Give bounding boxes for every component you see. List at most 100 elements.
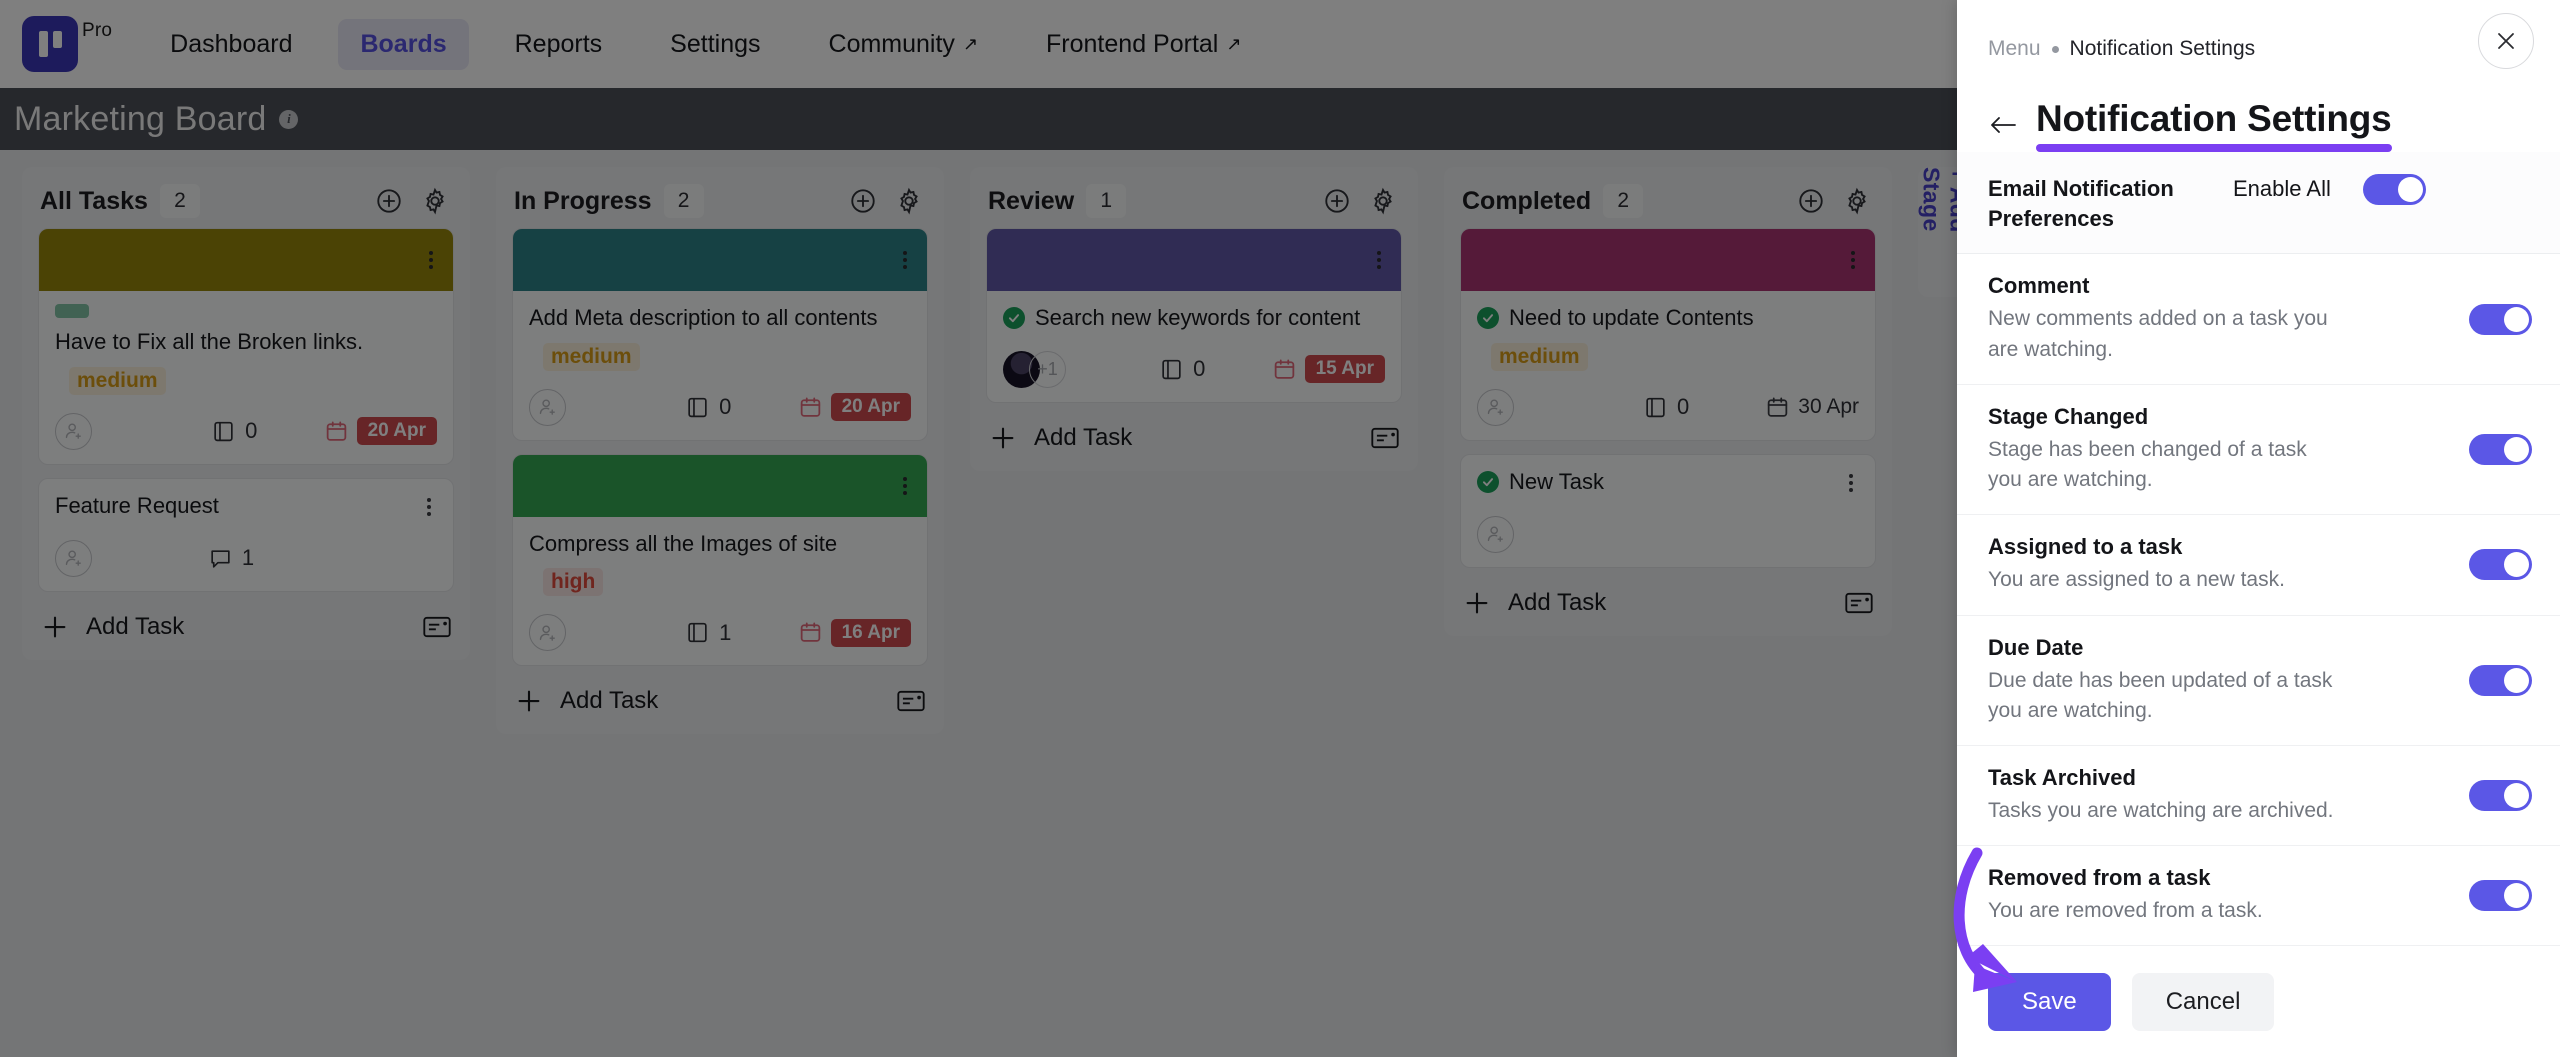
task-card[interactable]: Compress all the Images of site high 1 16 A… bbox=[512, 453, 928, 667]
card-menu-icon[interactable] bbox=[423, 245, 439, 275]
card-menu-icon[interactable] bbox=[1845, 245, 1861, 275]
task-card[interactable]: Add Meta description to all contents medi… bbox=[512, 228, 928, 441]
add-task-label: Add Task bbox=[560, 687, 659, 715]
assignee-group[interactable] bbox=[1477, 388, 1567, 426]
save-button[interactable]: Save bbox=[1988, 973, 2111, 1031]
setting-name: Due Date bbox=[1988, 634, 2084, 660]
board-column: Review 1 Search new keywords for content +1… bbox=[970, 167, 1418, 471]
gear-icon[interactable] bbox=[1840, 184, 1874, 218]
due-date-value: 30 Apr bbox=[1798, 395, 1859, 419]
add-task-button[interactable]: Add Task bbox=[1444, 572, 1892, 636]
card-body: New Task bbox=[1461, 455, 1875, 567]
gear-icon[interactable] bbox=[1366, 184, 1400, 218]
add-assignee-icon[interactable] bbox=[1477, 388, 1514, 426]
column-card-list: Search new keywords for content +1 0 15 Apr bbox=[970, 228, 1418, 407]
card-template-icon[interactable] bbox=[1844, 590, 1874, 616]
priority-badge: medium bbox=[69, 366, 166, 395]
task-card[interactable]: Search new keywords for content +1 0 15 Apr bbox=[986, 228, 1402, 403]
nav-link-dashboard[interactable]: Dashboard bbox=[148, 19, 314, 70]
nav-link-settings[interactable]: Settings bbox=[648, 19, 782, 70]
setting-toggle[interactable] bbox=[2469, 780, 2532, 812]
count-value: 1 bbox=[241, 545, 255, 571]
nav-link-reports[interactable]: Reports bbox=[493, 19, 625, 70]
card-template-icon[interactable] bbox=[1370, 425, 1400, 451]
breadcrumb-menu-link[interactable]: Menu bbox=[1988, 37, 2041, 61]
due-date-badge: 15 Apr bbox=[1304, 355, 1385, 384]
email-preferences-title: Email Notification Preferences bbox=[1988, 176, 2174, 231]
brand-pro-label: Pro bbox=[82, 20, 113, 41]
add-assignee-icon[interactable] bbox=[529, 614, 566, 652]
back-arrow-icon[interactable] bbox=[1988, 113, 2018, 137]
add-card-icon[interactable] bbox=[372, 184, 406, 218]
nav-link-label: Frontend Portal bbox=[1046, 29, 1219, 58]
card-template-icon[interactable] bbox=[896, 688, 926, 714]
card-menu-icon[interactable] bbox=[897, 245, 913, 275]
column-count-badge: 2 bbox=[159, 184, 200, 218]
column-title: Completed bbox=[1462, 186, 1592, 215]
card-meta: 1 16 Apr bbox=[529, 614, 911, 652]
add-task-button[interactable]: Add Task bbox=[496, 670, 944, 734]
add-assignee-icon[interactable] bbox=[55, 412, 92, 450]
assignee-group[interactable] bbox=[529, 388, 619, 426]
nav-link-frontend-portal[interactable]: Frontend Portal ↗ bbox=[1024, 19, 1263, 70]
gear-icon[interactable] bbox=[892, 184, 926, 218]
card-title-row: Have to Fix all the Broken links. bbox=[55, 328, 437, 357]
due-date-badge: 16 Apr bbox=[830, 618, 911, 647]
nav-link-label: Settings bbox=[670, 29, 761, 58]
setting-text: Comment New comments added on a task you … bbox=[1988, 273, 2457, 364]
column-header: All Tasks 2 bbox=[22, 167, 470, 228]
setting-description: Tasks you are watching are archived. bbox=[1988, 799, 2334, 823]
nav-link-community[interactable]: Community ↗ bbox=[807, 19, 1001, 70]
add-task-button[interactable]: Add Task bbox=[22, 596, 470, 660]
add-card-icon[interactable] bbox=[1794, 184, 1828, 218]
task-card[interactable]: Need to update Contents medium 0 30 Apr bbox=[1460, 228, 1876, 441]
priority-badge: medium bbox=[543, 342, 640, 371]
add-task-button[interactable]: Add Task bbox=[970, 407, 1418, 471]
task-card[interactable]: Feature Request 1 bbox=[38, 477, 454, 592]
setting-description: You are removed from a task. bbox=[1988, 899, 2263, 923]
card-menu-icon[interactable] bbox=[1371, 245, 1387, 275]
column-title: Review bbox=[988, 186, 1075, 215]
setting-toggle[interactable] bbox=[2469, 664, 2532, 696]
add-assignee-icon[interactable] bbox=[55, 539, 92, 577]
setting-toggle[interactable] bbox=[2469, 549, 2532, 581]
count-value: 1 bbox=[719, 619, 732, 645]
card-cover bbox=[987, 229, 1401, 291]
assignee-group[interactable]: +1 bbox=[1003, 350, 1093, 388]
setting-toggle[interactable] bbox=[2469, 880, 2532, 912]
add-assignee-icon[interactable] bbox=[1477, 515, 1514, 553]
card-menu-icon[interactable] bbox=[897, 471, 913, 501]
assignee-group[interactable] bbox=[1477, 515, 1567, 553]
card-menu-icon[interactable] bbox=[1843, 468, 1859, 498]
title-underline bbox=[2036, 144, 2392, 152]
cancel-button[interactable]: Cancel bbox=[2131, 973, 2275, 1031]
add-card-icon[interactable] bbox=[846, 184, 880, 218]
setting-name: Task Archived bbox=[1988, 765, 2136, 791]
info-icon[interactable]: i bbox=[279, 109, 299, 129]
setting-toggle[interactable] bbox=[2469, 434, 2532, 466]
enable-all-toggle[interactable] bbox=[2363, 174, 2426, 205]
assignee-group[interactable] bbox=[529, 614, 619, 652]
add-assignee-icon[interactable] bbox=[529, 388, 566, 426]
setting-row: Assigned to a task You are assigned to a … bbox=[1957, 515, 2560, 616]
card-meta: 0 20 Apr bbox=[55, 412, 437, 450]
due-date-group: 30 Apr bbox=[1765, 395, 1859, 420]
setting-row: Due Date Due date has been updated of a t… bbox=[1957, 616, 2560, 747]
nav-link-boards[interactable]: Boards bbox=[338, 18, 469, 70]
add-card-icon[interactable] bbox=[1320, 184, 1354, 218]
assignee-group[interactable] bbox=[55, 412, 145, 450]
card-title-row: Compress all the Images of site bbox=[529, 530, 911, 559]
setting-name: Comment bbox=[1988, 273, 2090, 299]
card-title: Have to Fix all the Broken links. bbox=[55, 329, 364, 354]
board-column: Completed 2 Need to update Contents medium 0… bbox=[1444, 167, 1892, 636]
assignee-group[interactable] bbox=[55, 539, 145, 577]
setting-toggle[interactable] bbox=[2469, 303, 2532, 335]
close-icon[interactable] bbox=[2478, 13, 2534, 69]
gear-icon[interactable] bbox=[418, 184, 452, 218]
task-card[interactable]: Have to Fix all the Broken links. medium 0… bbox=[38, 228, 454, 465]
card-template-icon[interactable] bbox=[422, 614, 452, 640]
card-menu-icon[interactable] bbox=[421, 492, 437, 522]
task-card[interactable]: New Task bbox=[1460, 453, 1876, 568]
book-icon bbox=[211, 419, 236, 444]
brand[interactable]: Pro bbox=[22, 16, 112, 72]
